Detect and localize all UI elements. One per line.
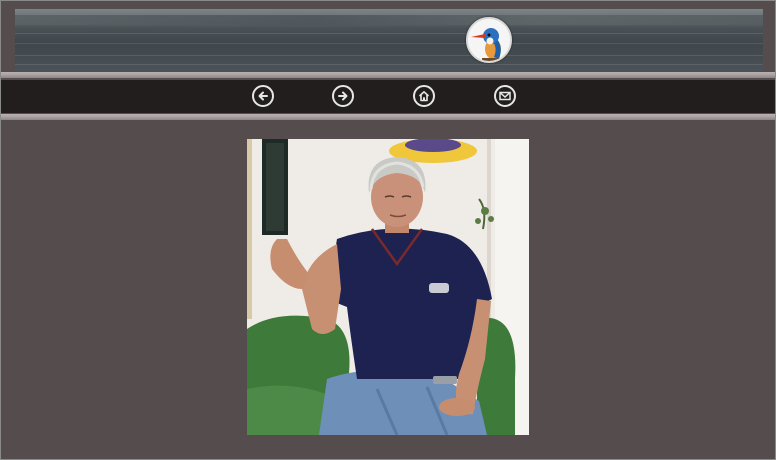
header-banner	[15, 9, 763, 71]
divider-top	[1, 72, 775, 78]
page-frame	[0, 0, 776, 460]
nav-bar	[1, 80, 775, 113]
envelope-icon	[499, 91, 511, 101]
home-button[interactable]	[413, 85, 435, 107]
back-button[interactable]	[252, 85, 274, 107]
mail-button[interactable]	[494, 85, 516, 107]
banner-shoreline	[15, 15, 763, 25]
divider-bottom	[1, 114, 775, 120]
seated-man-photo[interactable]	[247, 139, 529, 435]
home-icon	[418, 91, 430, 102]
arrow-right-icon	[338, 91, 348, 101]
forward-button[interactable]	[332, 85, 354, 107]
arrow-left-icon	[258, 91, 268, 101]
kingfisher-logo-icon[interactable]	[466, 17, 512, 63]
